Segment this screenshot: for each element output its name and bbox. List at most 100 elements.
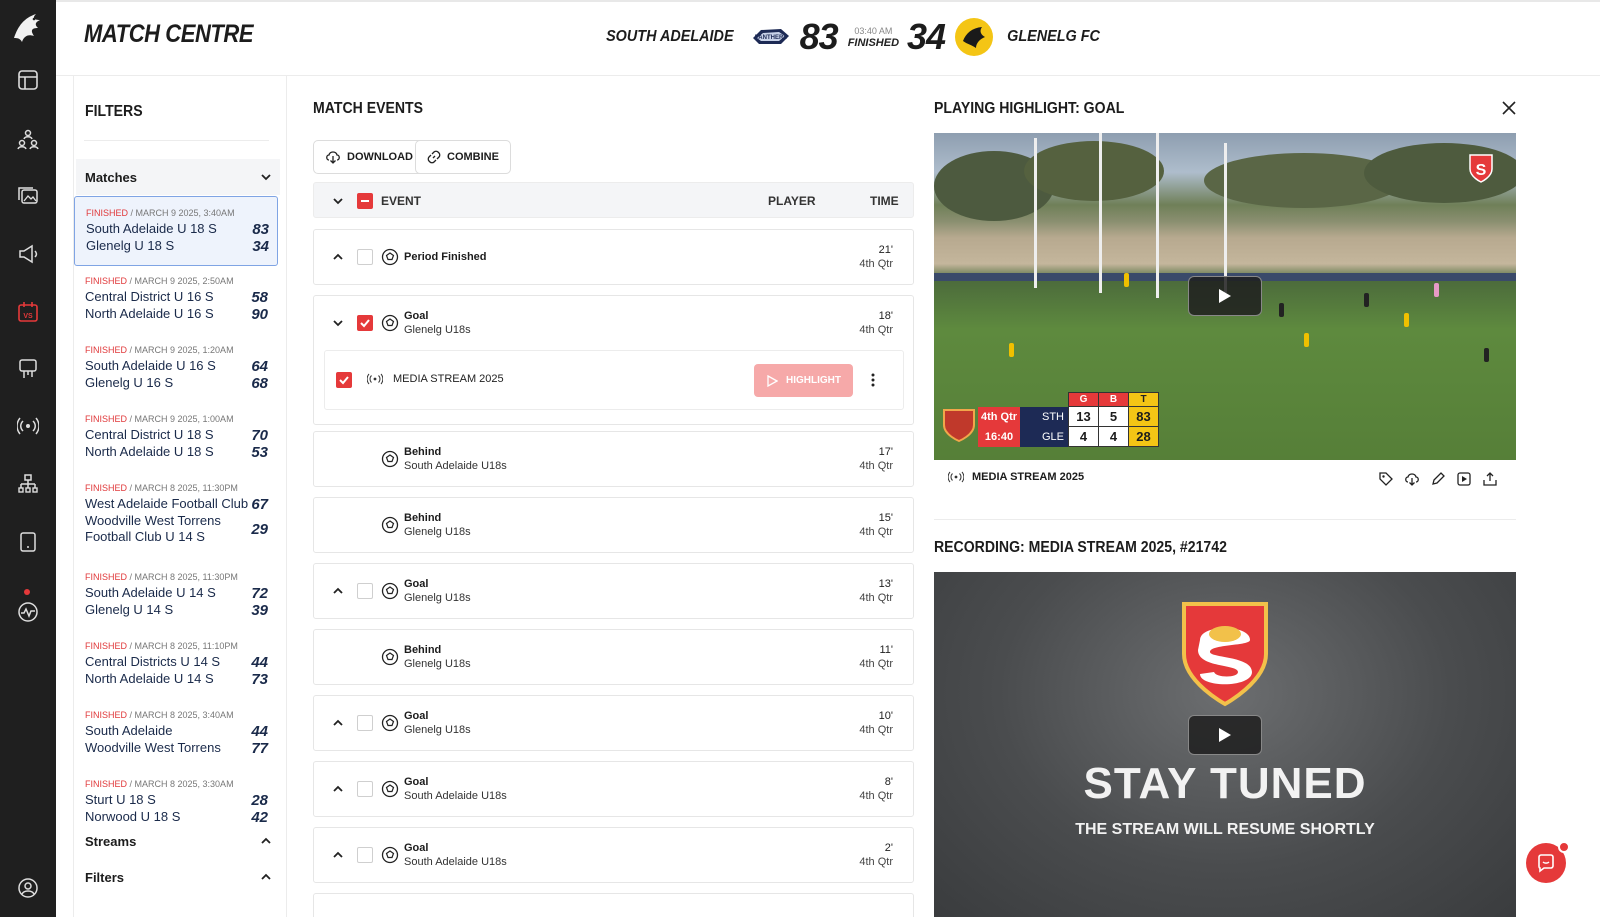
match-home-score: 72 <box>251 585 268 602</box>
home-score: 83 <box>799 16 839 57</box>
matches-accordion[interactable]: Matches <box>76 159 280 195</box>
teams-nav[interactable] <box>0 119 56 159</box>
whiteboard-icon <box>19 359 37 378</box>
chat-launcher[interactable] <box>1526 841 1570 883</box>
more-vertical-icon[interactable] <box>870 372 876 388</box>
event-row[interactable]: Behind Glenelg U18s 11' 4th Qtr <box>313 629 914 685</box>
announcements-nav[interactable] <box>0 234 56 274</box>
match-list-item[interactable]: FINISHED / MARCH 9 2025, 2:50AM Central … <box>74 265 278 335</box>
chevron-down-icon[interactable] <box>332 317 344 329</box>
share-icon[interactable] <box>1482 471 1498 487</box>
combine-button[interactable]: COMBINE <box>415 140 511 174</box>
event-row[interactable] <box>313 893 914 917</box>
player-figure <box>1434 283 1439 297</box>
download-button[interactable]: DOWNLOAD <box>313 140 425 174</box>
broadcast-icon <box>367 373 383 385</box>
match-home-team: Sturt U 18 S <box>85 792 156 807</box>
total-header: T <box>1128 392 1159 407</box>
event-row-expanded[interactable]: Goal Glenelg U18s 18' 4th Qtr MEDIA STREAM… <box>313 295 914 425</box>
cloud-download-icon <box>326 151 340 164</box>
chevron-up-icon[interactable] <box>332 251 344 263</box>
match-home-team: Central District U 16 S <box>85 289 214 304</box>
column-time[interactable]: TIME <box>870 194 899 208</box>
match-away-score: 29 <box>251 520 268 538</box>
recording-video[interactable]: STAY TUNED THE STREAM WILL RESUME SHORTL… <box>934 572 1516 917</box>
play-button[interactable] <box>1188 715 1262 755</box>
match-list-item[interactable]: FINISHED / MARCH 8 2025, 11:30PM South A… <box>74 561 278 631</box>
broadcast-quarter: 4th Qtr <box>978 407 1020 427</box>
video-play-icon[interactable] <box>1456 471 1472 487</box>
event-team: Glenelg U18s <box>404 324 471 336</box>
away-total: 28 <box>1128 426 1159 447</box>
events-table-header: EVENT PLAYER TIME <box>313 182 914 218</box>
streams-accordion[interactable]: Streams <box>76 823 280 859</box>
dashboard-nav[interactable] <box>0 60 56 100</box>
goals-header: G <box>1068 392 1099 407</box>
match-status: 03:40 AM FINISHED <box>848 25 899 49</box>
column-player[interactable]: PLAYER <box>768 194 816 208</box>
event-row[interactable]: Goal South Adelaide U18s 8' 4th Qtr <box>313 761 914 817</box>
event-time: 8' 4th Qtr <box>859 776 893 802</box>
chevron-up-icon[interactable] <box>332 783 344 795</box>
event-row[interactable]: Period Finished 21' 4th Qtr <box>313 229 914 285</box>
match-list-item[interactable]: FINISHED / MARCH 9 2025, 1:20AM South Ad… <box>74 334 278 404</box>
goal-post <box>1224 143 1227 293</box>
event-checkbox[interactable] <box>357 715 373 731</box>
event-team: South Adelaide U18s <box>404 460 507 472</box>
event-row[interactable]: Behind South Adelaide U18s 17' 4th Qtr <box>313 431 914 487</box>
match-meta: FINISHED / MARCH 8 2025, 11:10PM <box>85 641 238 651</box>
activity-nav[interactable] <box>0 592 56 632</box>
tag-icon[interactable] <box>1378 471 1394 487</box>
highlight-button[interactable]: HIGHLIGHT <box>754 364 853 397</box>
close-icon[interactable] <box>1500 99 1518 117</box>
tablet-nav[interactable] <box>0 522 56 562</box>
chevron-up-icon[interactable] <box>332 849 344 861</box>
event-row[interactable]: Goal Glenelg U18s 13' 4th Qtr <box>313 563 914 619</box>
event-checkbox[interactable] <box>357 583 373 599</box>
event-row[interactable]: Behind Glenelg U18s 15' 4th Qtr <box>313 497 914 553</box>
chevron-up-icon[interactable] <box>332 585 344 597</box>
chevron-down-icon <box>261 174 271 181</box>
select-all-checkbox[interactable] <box>357 193 373 209</box>
tactics-nav[interactable] <box>0 349 56 389</box>
match-home-team: South Adelaide <box>85 723 173 738</box>
event-checkbox[interactable] <box>357 847 373 863</box>
event-checkbox[interactable] <box>357 249 373 265</box>
play-button[interactable] <box>1188 276 1262 316</box>
chevron-up-icon[interactable] <box>332 717 344 729</box>
stream-meta: MEDIA STREAM 2025 <box>948 471 1084 483</box>
streams-nav[interactable] <box>0 406 56 446</box>
match-list-item[interactable]: FINISHED / MARCH 8 2025, 3:40AM South Ad… <box>74 699 278 769</box>
event-checkbox[interactable] <box>357 781 373 797</box>
event-row[interactable]: Goal South Adelaide U18s 2' 4th Qtr <box>313 827 914 883</box>
chat-badge <box>1558 841 1570 853</box>
clip-checkbox[interactable] <box>336 372 352 388</box>
svg-text:S: S <box>1476 162 1487 179</box>
match-list-item[interactable]: FINISHED / MARCH 9 2025, 3:40AM South Ad… <box>74 196 278 266</box>
gallery-nav[interactable] <box>0 176 56 216</box>
streams-accordion-label: Streams <box>85 833 137 849</box>
match-list-item[interactable]: FINISHED / MARCH 8 2025, 11:30PM West Ad… <box>74 472 278 562</box>
recording-title: RECORDING: MEDIA STREAM 2025, #21742 <box>934 539 1227 556</box>
eagle-logo-icon[interactable] <box>8 8 48 48</box>
event-team: Glenelg U18s <box>404 592 471 604</box>
highlight-video[interactable]: S 4th Qtr STH 16:40 GLE GBT 13 5 83 4 4 28 <box>934 133 1516 460</box>
match-list-item[interactable]: FINISHED / MARCH 9 2025, 1:00AM Central … <box>74 403 278 473</box>
match-status-label: FINISHED <box>847 37 900 49</box>
cloud-download-icon[interactable] <box>1404 471 1420 487</box>
pencil-icon[interactable] <box>1430 471 1446 487</box>
column-event[interactable]: EVENT <box>381 194 421 208</box>
hierarchy-nav[interactable] <box>0 464 56 504</box>
match-away-score: 68 <box>251 375 268 392</box>
filters-accordion[interactable]: Filters <box>76 859 280 895</box>
match-list-item[interactable]: FINISHED / MARCH 8 2025, 11:10PM Central… <box>74 630 278 700</box>
profile-nav[interactable] <box>0 868 56 908</box>
player-figure <box>1279 303 1284 317</box>
event-checkbox[interactable] <box>357 315 373 331</box>
event-row[interactable]: Goal Glenelg U18s 10' 4th Qtr <box>313 695 914 751</box>
match-away-team: North Adelaide U 18 S <box>85 444 214 459</box>
player-figure <box>1304 333 1309 347</box>
matches-nav[interactable]: VS <box>0 292 56 332</box>
collapse-all-icon[interactable] <box>332 195 344 207</box>
sanfl-crest-icon <box>943 409 975 443</box>
